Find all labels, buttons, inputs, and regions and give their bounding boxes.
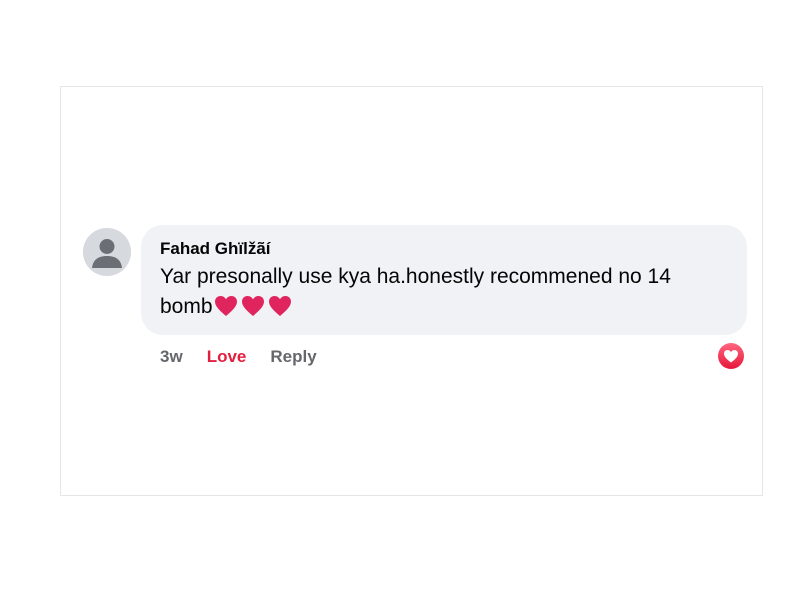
comment-actions: 3w Love Reply: [160, 346, 317, 368]
avatar[interactable]: [83, 228, 131, 276]
red-heart-icon: [268, 296, 291, 316]
emoji-group: [214, 295, 292, 317]
love-reaction-badge[interactable]: [717, 342, 745, 370]
comment-author[interactable]: Fahad Ghïlžãí: [160, 238, 729, 260]
comment-timestamp[interactable]: 3w: [160, 346, 183, 368]
comment-card: Fahad Ghïlžãí Yar presonally use kya ha.…: [60, 86, 763, 496]
reply-button[interactable]: Reply: [270, 346, 316, 368]
red-heart-icon: [214, 296, 237, 316]
red-heart-icon: [241, 296, 264, 316]
love-button[interactable]: Love: [207, 346, 247, 368]
comment-bubble: Fahad Ghïlžãí Yar presonally use kya ha.…: [141, 225, 747, 335]
love-reaction-icon: [718, 343, 744, 369]
default-profile-icon: [83, 228, 131, 276]
comment-text-block: Yar presonally use kya ha.honestly recom…: [160, 262, 729, 322]
